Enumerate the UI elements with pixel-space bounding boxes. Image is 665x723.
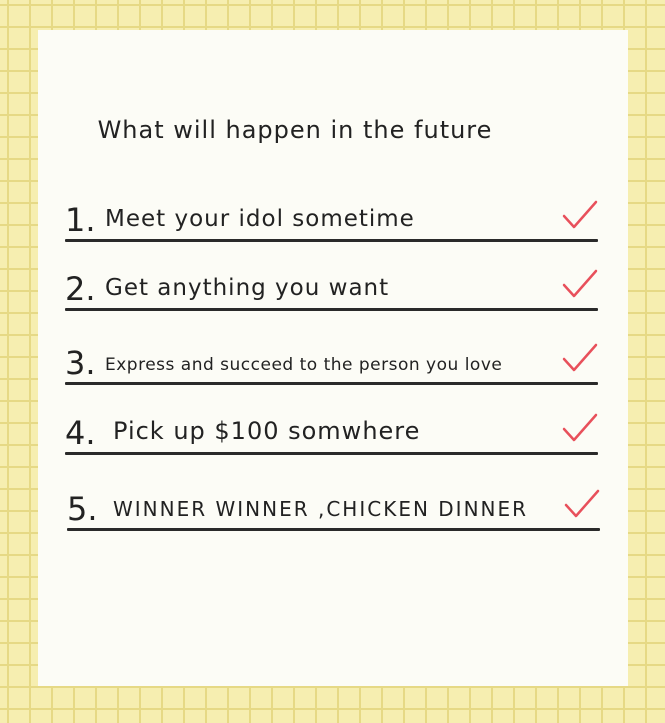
list-title: What will happen in the future — [97, 116, 493, 144]
underline — [65, 452, 598, 455]
item-text: Meet your idol sometime — [105, 206, 415, 232]
list-item: 2. Get anything you want — [65, 264, 598, 311]
item-text: Express and succeed to the person you lo… — [105, 355, 503, 375]
item-text: Pick up $100 somwhere — [113, 417, 421, 445]
check-mark-icon — [562, 269, 598, 299]
underline — [65, 382, 598, 385]
check-mark-icon — [564, 489, 600, 519]
underline — [67, 528, 600, 531]
item-number: 4. — [65, 414, 96, 452]
item-text: Get anything you want — [105, 275, 390, 301]
item-number: 2. — [65, 270, 96, 308]
list-item: 4. Pick up $100 somwhere — [65, 404, 598, 455]
list-item: 3. Express and succeed to the person you… — [65, 336, 598, 385]
check-mark-icon — [562, 200, 598, 230]
list-item: 1. Meet your idol sometime — [65, 196, 598, 242]
list-item: 5. WINNER WINNER ,CHICKEN DINNER — [67, 478, 600, 531]
item-number: 1. — [65, 201, 96, 239]
item-number: 5. — [67, 490, 98, 528]
check-mark-icon — [562, 413, 598, 443]
item-text: WINNER WINNER ,CHICKEN DINNER — [113, 497, 529, 521]
underline — [65, 239, 598, 242]
item-number: 3. — [65, 344, 96, 382]
check-mark-icon — [562, 343, 598, 373]
underline — [65, 308, 598, 311]
